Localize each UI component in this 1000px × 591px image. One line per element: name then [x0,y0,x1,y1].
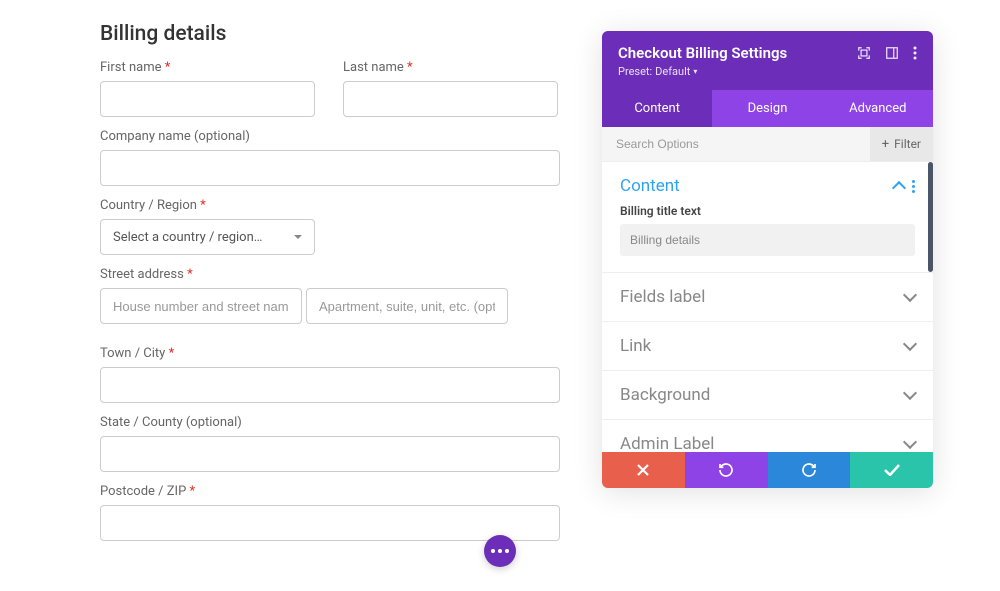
postcode-input[interactable] [100,505,560,541]
chevron-down-icon [903,288,917,302]
save-button[interactable] [850,452,933,488]
accordion-fields-label[interactable]: Fields label [602,273,933,322]
plus-icon: + [882,137,889,152]
chevron-down-icon [903,435,917,449]
more-icon [491,549,509,553]
search-options-input[interactable] [602,127,870,161]
panel-title: Checkout Billing Settings [618,44,787,62]
tab-design[interactable]: Design [712,90,822,127]
country-select[interactable]: Select a country / region… [100,219,315,255]
country-select-placeholder: Select a country / region… [113,230,262,245]
chevron-up-icon [892,181,906,195]
kebab-icon[interactable] [913,46,917,60]
undo-icon [718,462,734,478]
first-name-input[interactable] [100,81,315,117]
preset-selector[interactable]: Preset: Default ▾ [618,65,787,78]
billing-title-input[interactable] [620,224,915,256]
undo-button[interactable] [685,452,768,488]
accordion-link[interactable]: Link [602,322,933,371]
city-input[interactable] [100,367,560,403]
tab-content[interactable]: Content [602,90,712,127]
billing-title-label: Billing title text [620,204,915,218]
scrollbar-thumb[interactable] [928,162,933,272]
chevron-down-icon: ▾ [693,67,697,76]
chevron-down-icon [903,337,917,351]
filter-button[interactable]: + Filter [870,127,933,161]
chevron-down-icon [903,386,917,400]
check-icon [884,464,900,476]
kebab-icon[interactable] [912,180,915,193]
accordion-content[interactable]: Content [602,162,933,204]
accordion-admin-label[interactable]: Admin Label [602,420,933,452]
cancel-button[interactable] [602,452,685,488]
city-label: Town / City * [100,346,560,361]
tab-advanced[interactable]: Advanced [823,90,933,127]
module-options-fab[interactable] [484,535,516,567]
street-input-2[interactable] [306,288,508,324]
company-label: Company name (optional) [100,129,560,144]
state-label: State / County (optional) [100,415,560,430]
postcode-label: Postcode / ZIP * [100,484,560,499]
redo-icon [801,462,817,478]
last-name-label: Last name * [343,60,558,75]
street-input-1[interactable] [100,288,302,324]
company-input[interactable] [100,150,560,186]
form-title: Billing details [100,22,560,46]
accordion-background[interactable]: Background [602,371,933,420]
expand-icon[interactable] [857,46,871,60]
settings-panel: Checkout Billing Settings Preset: Defaul… [602,31,933,488]
snap-icon[interactable] [885,46,899,60]
state-input[interactable] [100,436,560,472]
chevron-down-icon [294,235,302,239]
redo-button[interactable] [768,452,851,488]
last-name-input[interactable] [343,81,558,117]
street-label: Street address * [100,267,560,282]
close-icon [637,464,649,476]
first-name-label: First name * [100,60,315,75]
country-label: Country / Region * [100,198,315,213]
